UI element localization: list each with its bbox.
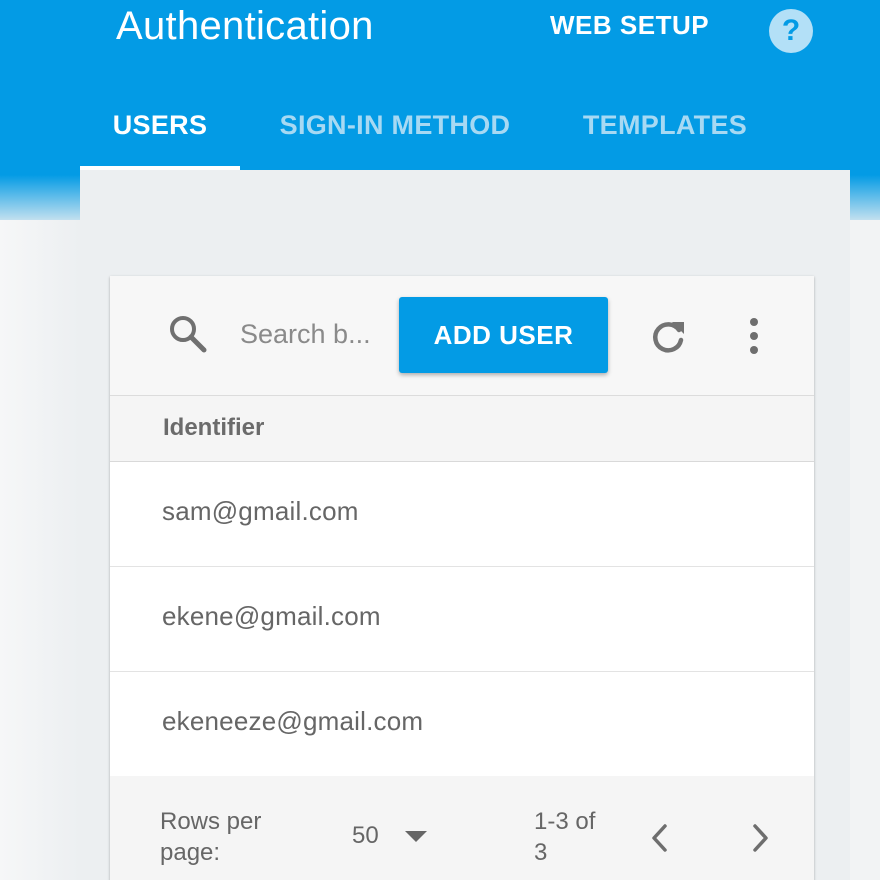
tab-templates[interactable]: TEMPLATES	[565, 110, 765, 170]
rows-per-page-select[interactable]: 50	[352, 816, 442, 856]
background-right	[850, 220, 880, 880]
help-icon[interactable]: ?	[769, 9, 813, 53]
search-input[interactable]	[240, 312, 386, 356]
tab-sign-in-method[interactable]: SIGN-IN METHOD	[255, 110, 535, 170]
row-identifier: ekene@gmail.com	[162, 601, 381, 631]
row-identifier: ekeneeze@gmail.com	[162, 706, 424, 736]
users-toolbar: ADD USER	[110, 276, 814, 396]
rows-per-page-value: 50	[352, 822, 379, 849]
caret-down-icon	[404, 830, 427, 842]
users-card: ADD USER Identifier sam@gmail.com ekene@…	[110, 276, 814, 880]
page-title: Authentication	[116, 4, 374, 48]
refresh-icon[interactable]	[646, 316, 690, 360]
row-identifier: sam@gmail.com	[162, 496, 359, 526]
add-user-button[interactable]: ADD USER	[399, 297, 608, 373]
search-icon[interactable]	[166, 312, 210, 356]
pagination-range: 1-3 of 3	[534, 808, 596, 866]
app-header: Authentication WEB SETUP ? USERS SIGN-IN…	[80, 0, 850, 170]
pagination-footer: Rows per page: 50 1-3 of 3	[110, 776, 814, 880]
table-row[interactable]: ekene@gmail.com	[110, 567, 814, 672]
web-setup-button[interactable]: WEB SETUP	[550, 10, 709, 41]
chevron-left-icon[interactable]	[645, 820, 675, 856]
table-row[interactable]: ekeneeze@gmail.com	[110, 672, 814, 777]
rows-per-page-label: Rows per page:	[160, 808, 262, 866]
background-left	[0, 220, 80, 880]
more-vert-icon[interactable]	[734, 316, 774, 360]
table-row[interactable]: sam@gmail.com	[110, 462, 814, 567]
tab-users[interactable]: USERS	[80, 110, 240, 170]
chevron-right-icon[interactable]	[745, 820, 775, 856]
column-header-identifier[interactable]: Identifier	[110, 396, 814, 462]
column-header-label: Identifier	[163, 414, 265, 441]
